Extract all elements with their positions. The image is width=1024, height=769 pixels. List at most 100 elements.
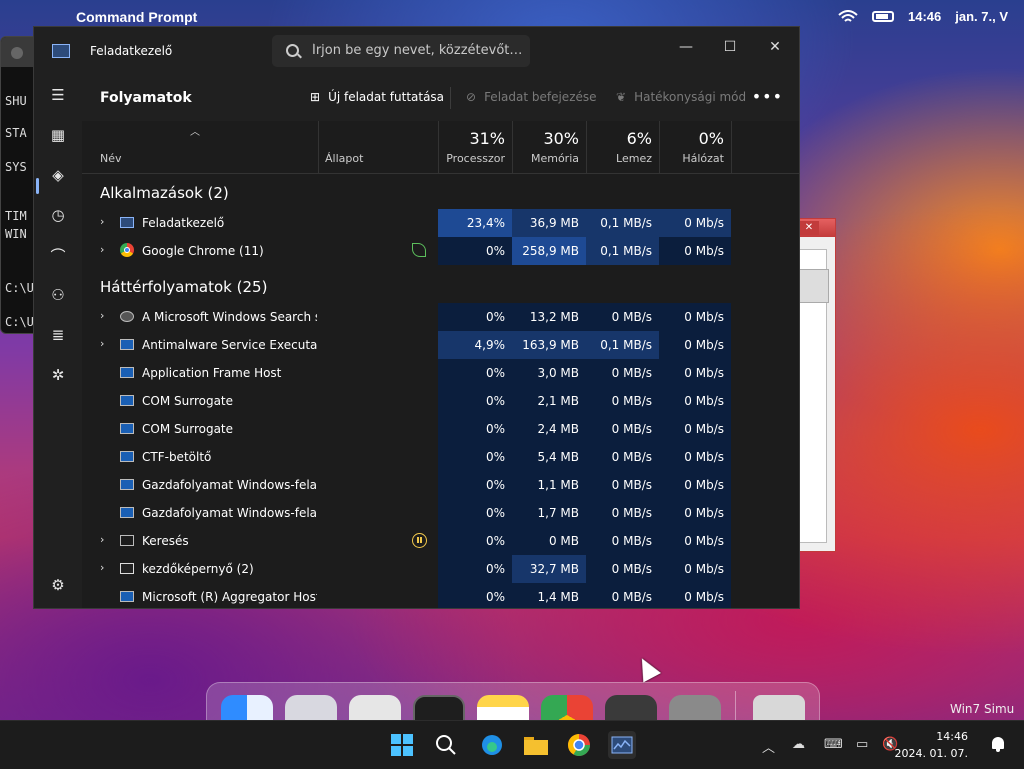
disk-cell: 0 MB/s	[586, 471, 659, 499]
disk-cell: 0 MB/s	[586, 499, 659, 527]
performance-nav-icon[interactable]: ◈	[44, 161, 72, 189]
expand-chevron-icon[interactable]: ›	[100, 561, 104, 574]
onedrive-cloud-icon[interactable]: ☁	[792, 737, 805, 752]
cpu-cell: 0%	[438, 583, 512, 608]
table-row[interactable]: › kezdőképernyő (2) 0% 32,7 MB 0 MB/s 0 …	[82, 555, 799, 583]
users-nav-icon[interactable]: ⚇	[44, 281, 72, 309]
search-app-icon	[120, 535, 134, 546]
efficiency-mode-label: Hatékonysági mód	[634, 90, 747, 104]
app-history-nav-icon[interactable]: ◷	[44, 201, 72, 229]
file-explorer-icon[interactable]	[522, 731, 550, 759]
table-row[interactable]: Gazdafolyamat Windows-fela... 0% 1,7 MB …	[82, 499, 799, 527]
table-row[interactable]: › A Microsoft Windows Search s... 0% 13,…	[82, 303, 799, 331]
search-input[interactable]	[312, 43, 522, 58]
menubar-time[interactable]: 14:46	[908, 9, 941, 24]
cpu-cell: 0%	[438, 471, 512, 499]
keyboard-icon[interactable]: ⌨	[824, 737, 843, 752]
column-memory[interactable]: Memória	[512, 152, 579, 165]
dialog-close-icon[interactable]: ✕	[799, 221, 819, 235]
column-network[interactable]: Hálózat	[659, 152, 724, 165]
expand-chevron-icon[interactable]: ›	[100, 309, 104, 322]
start-windows-icon[interactable]	[388, 731, 416, 759]
dock-divider	[735, 691, 736, 723]
process-window-icon	[120, 451, 134, 462]
close-button[interactable]: ✕	[755, 33, 795, 61]
battery-icon[interactable]	[872, 11, 894, 22]
memory-cell: 1,4 MB	[512, 583, 586, 608]
window-dot-icon[interactable]	[11, 47, 23, 59]
process-name: Gazdafolyamat Windows-fela...	[142, 506, 317, 520]
memory-cell: 1,7 MB	[512, 499, 586, 527]
table-row[interactable]: › Keresés 0% 0 MB 0 MB/s 0 Mb/s	[82, 527, 799, 555]
disk-cell: 0 MB/s	[586, 443, 659, 471]
sidebar: ☰ ▦ ◈ ◷ ⌒ ⚇ ≣ ✲ ⚙	[34, 75, 82, 608]
table-row[interactable]: Application Frame Host 0% 3,0 MB 0 MB/s …	[82, 359, 799, 387]
details-nav-icon[interactable]: ≣	[44, 321, 72, 349]
column-divider	[318, 121, 319, 173]
run-new-task-button[interactable]: ⊞ Új feladat futtatása	[310, 90, 444, 104]
process-name: Gazdafolyamat Windows-fela...	[142, 478, 317, 492]
sort-up-icon[interactable]: ︿	[190, 123, 200, 138]
column-status[interactable]: Állapot	[325, 152, 363, 165]
column-disk[interactable]: Lemez	[586, 152, 652, 165]
expand-chevron-icon[interactable]: ›	[100, 243, 104, 256]
wifi-icon[interactable]	[838, 9, 858, 24]
end-task-button[interactable]: ⊘ Feladat befejezése	[466, 90, 597, 104]
process-table: ︿ Név Állapot 31% Processzor 30% Memória…	[82, 121, 799, 608]
expand-chevron-icon[interactable]: ›	[100, 215, 104, 228]
leaf-icon: ❦	[616, 90, 627, 104]
task-manager-taskbar-icon[interactable]	[608, 731, 636, 759]
table-row[interactable]: Microsoft (R) Aggregator Host 0% 1,4 MB …	[82, 583, 799, 608]
network-total: 0%	[698, 129, 724, 148]
taskbar-date: 2024. 01. 07.	[894, 747, 968, 760]
disk-cell: 0 MB/s	[586, 555, 659, 583]
hamburger-menu-icon[interactable]: ☰	[44, 81, 72, 109]
memory-cell: 258,9 MB	[512, 237, 586, 265]
search-box[interactable]	[272, 35, 530, 67]
table-row[interactable]: Gazdafolyamat Windows-fela... 0% 1,1 MB …	[82, 471, 799, 499]
maximize-button[interactable]: ☐	[710, 33, 750, 61]
table-row[interactable]: CTF-betöltő 0% 5,4 MB 0 MB/s 0 Mb/s	[82, 443, 799, 471]
efficiency-mode-button[interactable]: ❦ Hatékonysági mód	[616, 90, 746, 104]
menubar-date[interactable]: jan. 7., V	[955, 9, 1008, 24]
processes-nav-icon[interactable]: ▦	[44, 121, 72, 149]
startup-apps-nav-icon[interactable]: ⌒	[44, 241, 72, 269]
network-cell: 0 Mb/s	[659, 415, 731, 443]
tray-overflow-chevron-icon[interactable]: ︿	[762, 737, 775, 756]
process-window-icon	[120, 507, 134, 518]
cpu-cell: 0%	[438, 415, 512, 443]
network-cell: 0 Mb/s	[659, 359, 731, 387]
services-nav-icon[interactable]: ✲	[44, 361, 72, 389]
process-name: CTF-betöltő	[142, 450, 212, 464]
cmd-line: WIN	[5, 227, 27, 241]
title-bar[interactable]: Feladatkezelő — ☐ ✕	[34, 27, 799, 75]
dialog-button[interactable]	[797, 269, 829, 303]
cmd-line: SHU	[5, 94, 27, 108]
process-name: Microsoft (R) Aggregator Host	[142, 590, 317, 604]
notification-bell-icon[interactable]	[992, 737, 1004, 752]
table-row[interactable]: COM Surrogate 0% 2,4 MB 0 MB/s 0 Mb/s	[82, 415, 799, 443]
taskbar-clock[interactable]: 14:46 2024. 01. 07.	[895, 728, 968, 762]
network-icon[interactable]: ▭	[856, 737, 868, 752]
toolbar: Folyamatok ⊞ Új feladat futtatása ⊘ Fela…	[82, 75, 799, 121]
column-cpu[interactable]: Processzor	[438, 152, 505, 165]
memory-total: 30%	[543, 129, 579, 148]
table-row[interactable]: COM Surrogate 0% 2,1 MB 0 MB/s 0 Mb/s	[82, 387, 799, 415]
settings-gear-icon[interactable]: ⚙	[44, 571, 72, 599]
minimize-button[interactable]: —	[666, 33, 706, 61]
table-row[interactable]: › Antimalware Service Executable 4,9% 16…	[82, 331, 799, 359]
network-cell: 0 Mb/s	[659, 209, 731, 237]
process-name: A Microsoft Windows Search s...	[142, 310, 317, 324]
chrome-taskbar-icon[interactable]	[565, 731, 593, 759]
column-name[interactable]: Név	[100, 152, 122, 165]
expand-chevron-icon[interactable]: ›	[100, 337, 104, 350]
table-row[interactable]: › Google Chrome (11) 0% 258,9 MB 0,1 MB/…	[82, 237, 799, 265]
expand-chevron-icon[interactable]: ›	[100, 533, 104, 546]
new-task-icon: ⊞	[310, 90, 321, 104]
edge-icon[interactable]	[478, 731, 506, 759]
more-options-button[interactable]: •••	[752, 87, 783, 106]
active-app-name[interactable]: Command Prompt	[76, 9, 197, 25]
table-row[interactable]: › Feladatkezelő 23,4% 36,9 MB 0,1 MB/s 0…	[82, 209, 799, 237]
taskbar-search-icon[interactable]	[432, 731, 460, 759]
cpu-cell: 0%	[438, 237, 512, 265]
